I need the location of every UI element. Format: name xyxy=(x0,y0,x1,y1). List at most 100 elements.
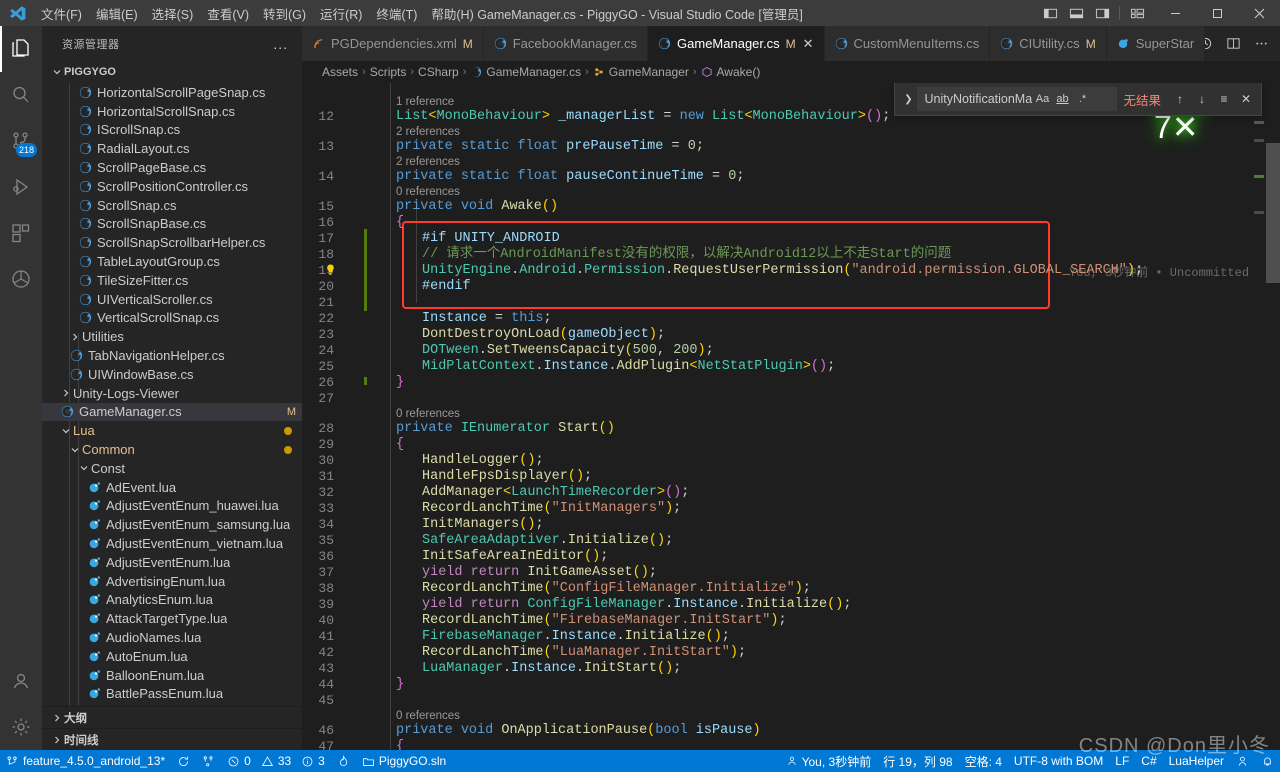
codelens-reference[interactable]: 0 references xyxy=(396,407,460,421)
status-solution[interactable]: PiggyGO.sln xyxy=(356,750,452,772)
close-icon[interactable]: ✕ xyxy=(803,37,814,50)
codelens-reference[interactable]: 1 reference xyxy=(396,95,454,109)
breadcrumb-item-scripts[interactable]: Scripts xyxy=(370,65,407,79)
activity-item-extensions[interactable] xyxy=(0,210,42,256)
code-line[interactable]: RecordLanchTime("InitManagers"); xyxy=(422,501,681,517)
code-line[interactable]: { xyxy=(396,215,404,231)
breadcrumb-item-assets[interactable]: Assets xyxy=(322,65,358,79)
tree-item[interactable]: AudioNames.lua xyxy=(42,628,302,647)
tree-item[interactable]: IScrollSnap.cs xyxy=(42,121,302,140)
tree-item[interactable]: BindEnum.lua xyxy=(42,703,302,706)
find-in-selection-icon[interactable]: ≡ xyxy=(1213,88,1235,110)
menu-edit[interactable]: 编辑(E) xyxy=(89,0,145,26)
tree-item[interactable]: VerticalScrollSnap.cs xyxy=(42,309,302,328)
breadcrumb-item-class[interactable]: GameManager xyxy=(593,65,689,79)
code-line[interactable]: LuaManager.Instance.InitStart(); xyxy=(422,661,681,677)
code-line[interactable]: List<MonoBehaviour> _managerList = new L… xyxy=(396,109,890,125)
tree-item[interactable]: UIWindowBase.cs xyxy=(42,365,302,384)
code-line[interactable]: yield return InitGameAsset(); xyxy=(422,565,657,581)
code-line[interactable]: SafeAreaAdaptiver.Initialize(); xyxy=(422,533,673,549)
code-line[interactable]: #endif xyxy=(422,279,471,295)
editor-code-layer[interactable]: You, 3秒钟前 • Uncommitted changes 7✕ 1 ref… xyxy=(364,83,1280,750)
code-line[interactable]: { xyxy=(396,739,404,750)
status-indentation[interactable]: 空格: 4 xyxy=(959,750,1008,772)
code-line[interactable]: private static float pauseContinueTime =… xyxy=(396,169,744,185)
tree-item[interactable]: Const xyxy=(42,459,302,478)
tree-item[interactable]: AdjustEventEnum_samsung.lua xyxy=(42,515,302,534)
tree-item[interactable]: AdEvent.lua xyxy=(42,478,302,497)
menu-selection[interactable]: 选择(S) xyxy=(145,0,201,26)
find-input[interactable] xyxy=(924,92,1033,106)
code-line[interactable]: UnityEngine.Android.Permission.RequestUs… xyxy=(422,263,1143,279)
editor-minimap[interactable] xyxy=(1252,83,1266,750)
find-widget[interactable]: ❯ Aa ab .* 无结果 ↑ ↓ ≡ ✕ xyxy=(894,83,1262,116)
tree-item[interactable]: TabNavigationHelper.cs xyxy=(42,346,302,365)
status-problems[interactable]: 0 33 3 xyxy=(221,750,331,772)
match-whole-word-icon[interactable]: ab xyxy=(1052,89,1072,109)
split-editor-icon[interactable] xyxy=(1220,30,1246,58)
previous-match-icon[interactable]: ↑ xyxy=(1169,88,1191,110)
breadcrumb-item-file[interactable]: GameManager.cs xyxy=(470,65,581,79)
status-language-mode[interactable]: C# xyxy=(1135,750,1162,772)
editor-tab[interactable]: CustomMenuItems.cs xyxy=(824,26,991,61)
tree-item[interactable]: Common xyxy=(42,440,302,459)
status-cursor-position[interactable]: 行 19，列 98 xyxy=(877,750,958,772)
status-feedback[interactable] xyxy=(1230,750,1255,772)
customize-layout-icon[interactable] xyxy=(1124,0,1150,26)
match-case-icon[interactable]: Aa xyxy=(1032,89,1052,109)
tree-item[interactable]: ScrollSnapScrollbarHelper.cs xyxy=(42,233,302,252)
status-notifications[interactable] xyxy=(1255,750,1280,772)
tree-item[interactable]: UIVerticalScroller.cs xyxy=(42,290,302,309)
code-line[interactable] xyxy=(396,391,404,407)
section-timeline[interactable]: 时间线 xyxy=(42,728,302,750)
editor-gutter[interactable]: 12 13 14 15 16 17 18 19 20 21 22 23 24 25 26 27 28 29 30 31… xyxy=(302,83,364,750)
code-line[interactable]: } xyxy=(396,375,404,391)
tree-item[interactable]: Lua xyxy=(42,421,302,440)
code-line[interactable]: { xyxy=(396,437,404,453)
tree-item[interactable]: TileSizeFitter.cs xyxy=(42,271,302,290)
breadcrumb-item-csharp[interactable]: CSharp xyxy=(418,65,459,79)
sidebar-more-actions-icon[interactable]: ... xyxy=(267,36,294,52)
use-regex-icon[interactable]: .* xyxy=(1072,89,1092,109)
code-line[interactable]: DOTween.SetTweensCapacity(500, 200); xyxy=(422,343,714,359)
editor-tab[interactable]: PGDependencies.xml M xyxy=(302,26,484,61)
status-blame[interactable]: You, 3秒钟前 xyxy=(780,750,878,772)
menu-file[interactable]: 文件(F) xyxy=(34,0,89,26)
menu-terminal[interactable]: 终端(T) xyxy=(369,0,424,26)
minimize-button[interactable] xyxy=(1154,0,1196,26)
toggle-secondary-sidebar-icon[interactable] xyxy=(1089,0,1115,26)
find-expand-toggle-icon[interactable]: ❯ xyxy=(899,94,917,105)
tree-item[interactable]: BalloonEnum.lua xyxy=(42,666,302,685)
codelens-reference[interactable]: 0 references xyxy=(396,185,460,199)
tree-item[interactable]: AdjustEventEnum_vietnam.lua xyxy=(42,534,302,553)
tree-item[interactable]: AdvertisingEnum.lua xyxy=(42,572,302,591)
maximize-button[interactable] xyxy=(1196,0,1238,26)
code-line[interactable]: AddManager<LaunchTimeRecorder>(); xyxy=(422,485,689,501)
status-luahelper[interactable]: LuaHelper xyxy=(1163,750,1230,772)
tree-item[interactable]: TableLayoutGroup.cs xyxy=(42,252,302,271)
status-git-graph[interactable] xyxy=(196,750,221,772)
code-line[interactable]: // 请求一个AndroidManifest没有的权限，以解决Android12… xyxy=(422,247,951,263)
activity-item-explorer[interactable] xyxy=(0,26,42,72)
code-line[interactable]: yield return ConfigFileManager.Instance.… xyxy=(422,597,851,613)
code-line[interactable]: Instance = this; xyxy=(422,311,552,327)
status-flame[interactable] xyxy=(331,750,356,772)
code-line[interactable]: RecordLanchTime("LuaManager.InitStart"); xyxy=(422,645,746,661)
status-sync[interactable] xyxy=(171,750,196,772)
breadcrumb-item-method[interactable]: Awake() xyxy=(701,65,760,79)
workspace-root-row[interactable]: PIGGYGO xyxy=(42,61,302,83)
code-line[interactable]: FirebaseManager.Instance.Initialize(); xyxy=(422,629,730,645)
menu-run[interactable]: 运行(R) xyxy=(313,0,369,26)
close-icon[interactable]: ✕ xyxy=(1235,88,1257,110)
tree-item[interactable]: ScrollPageBase.cs xyxy=(42,158,302,177)
quick-fix-lightbulb-icon[interactable] xyxy=(324,263,337,279)
tree-item[interactable]: ScrollSnap.cs xyxy=(42,196,302,215)
activity-item-source-control[interactable]: 218 xyxy=(0,118,42,164)
code-line[interactable]: private void Awake() xyxy=(396,199,558,215)
tree-item[interactable]: AutoEnum.lua xyxy=(42,647,302,666)
editor-tab[interactable]: CIUtility.cs M xyxy=(990,26,1107,61)
code-line[interactable]: InitSafeAreaInEditor(); xyxy=(422,549,608,565)
menu-help[interactable]: 帮助(H) xyxy=(424,0,480,26)
code-line[interactable]: private void OnApplicationPause(bool isP… xyxy=(396,723,761,739)
scrollbar-thumb[interactable] xyxy=(1266,143,1280,283)
